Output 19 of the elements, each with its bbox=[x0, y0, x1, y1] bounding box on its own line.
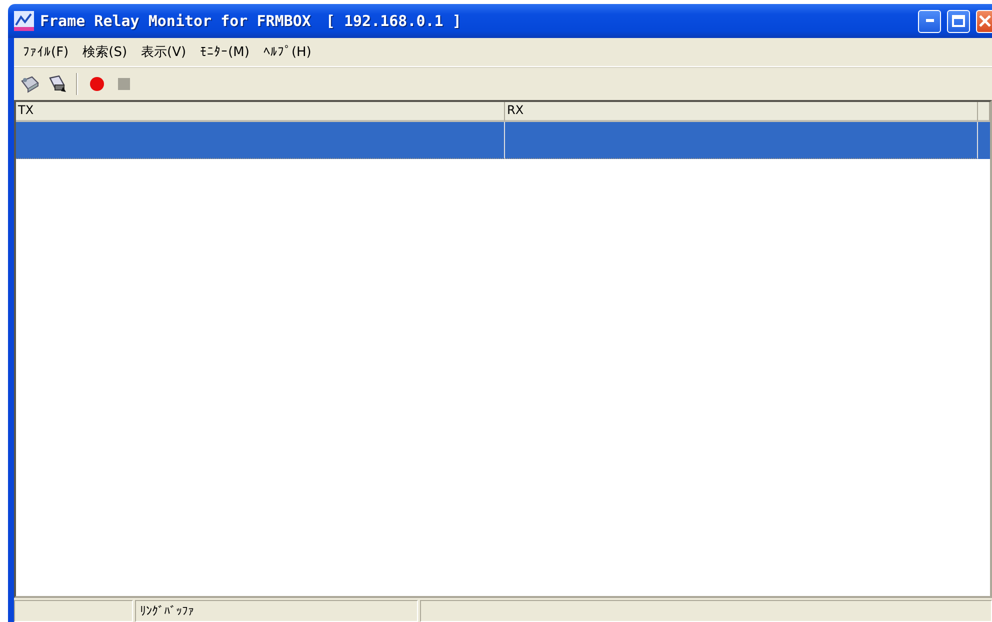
close-button[interactable] bbox=[976, 10, 992, 32]
minimize-button[interactable] bbox=[918, 10, 941, 32]
menu-item[interactable]: ﾌｧｲﾙ(F) bbox=[16, 42, 76, 62]
app-icon bbox=[14, 11, 34, 31]
window-title: Frame Relay Monitor for FRMBOX [ 192.168.0.1 ] bbox=[40, 12, 462, 30]
device-icon[interactable] bbox=[20, 75, 40, 93]
record-icon[interactable] bbox=[88, 75, 106, 93]
menu-item[interactable]: ﾓﾆﾀｰ(M) bbox=[193, 42, 256, 62]
status-text: ﾘﾝｸﾞﾊﾞｯﾌｧ bbox=[140, 604, 194, 618]
scanner-icon[interactable] bbox=[47, 75, 67, 93]
menu-item[interactable]: 検索(S) bbox=[76, 41, 134, 63]
maximize-button[interactable] bbox=[947, 10, 970, 32]
column-header[interactable]: RX bbox=[505, 102, 978, 122]
maximize-icon bbox=[952, 15, 965, 27]
column-header[interactable]: TX bbox=[16, 102, 505, 122]
menu-item[interactable]: 表示(V) bbox=[134, 41, 194, 63]
minimize-icon bbox=[926, 19, 934, 23]
menu-item[interactable]: ﾍﾙﾌﾟ(H) bbox=[256, 42, 318, 62]
close-icon bbox=[978, 15, 990, 27]
